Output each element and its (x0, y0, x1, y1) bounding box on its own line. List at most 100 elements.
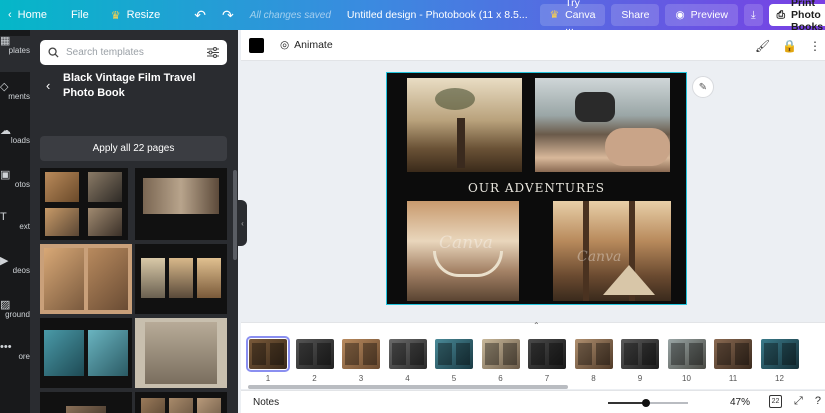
comment-icon: ✎ (698, 81, 708, 93)
home-label: Home (17, 9, 48, 21)
upload-cloud-icon: ☁ (0, 126, 11, 137)
back-arrow-icon[interactable]: ‹ (46, 78, 50, 93)
page-thumbnail[interactable] (481, 339, 520, 369)
rail-item-text[interactable]: T ext (0, 212, 30, 242)
more-dots-icon: ••• (0, 342, 12, 353)
rail-item-elements[interactable]: ◇ ments (0, 82, 30, 112)
template-thumbnail[interactable] (40, 168, 128, 240)
undo-button[interactable]: ↶ (186, 0, 214, 30)
zoom-slider[interactable] (608, 399, 688, 407)
template-thumbnails (40, 168, 230, 413)
file-menu[interactable]: File (63, 0, 97, 30)
bottom-bar: Notes 47% 22 ⤢ ? (241, 390, 825, 413)
help-icon[interactable]: ? (815, 395, 821, 408)
download-icon: ⤓ (750, 8, 756, 21)
notes-button[interactable]: Notes (253, 397, 279, 408)
redo-button[interactable]: ↷ (214, 0, 242, 30)
rail-item-templates[interactable]: ▦ plates (0, 36, 30, 72)
panel-scrollbar[interactable] (233, 170, 237, 260)
template-thumbnail[interactable] (40, 318, 132, 388)
crown-icon: ♛ (549, 9, 560, 21)
template-thumbnail[interactable] (135, 244, 227, 314)
templates-icon: ▦ (0, 36, 11, 47)
zoom-slider-handle[interactable] (641, 399, 650, 407)
page-number: 4 (405, 374, 410, 383)
page-thumbnail[interactable] (342, 339, 380, 369)
page-number: 12 (775, 374, 784, 383)
page-number: 2 (312, 374, 317, 383)
apply-all-pages-button[interactable]: Apply all 22 pages (40, 136, 227, 161)
background-color-swatch[interactable] (249, 37, 264, 53)
rail-item-background[interactable]: ▨ ground (0, 300, 30, 330)
page-thumbnail[interactable] (435, 339, 473, 369)
photo-palm-road[interactable] (407, 78, 522, 172)
page-thumbnail[interactable] (246, 336, 290, 372)
fullscreen-icon[interactable]: ⤢ (794, 395, 803, 408)
watermark-text: Canva (439, 233, 493, 253)
top-bar: ‹ Home File ♛ Resize ↶ ↷ All changes sav… (0, 0, 825, 33)
add-comment-button[interactable]: ✎ (692, 76, 714, 98)
download-button[interactable]: ⤓ (743, 4, 763, 26)
page-count-icon[interactable]: 22 (769, 395, 782, 408)
home-chevron-icon: ‹ (8, 9, 12, 21)
rail-item-photos[interactable]: ▣ otos (0, 170, 30, 200)
elements-icon: ◇ (0, 82, 9, 93)
page-number: 1 (265, 374, 271, 383)
paint-roller-icon[interactable]: 🖌 (755, 39, 770, 53)
bottom-bar-icons: 22 ⤢ ? (769, 395, 821, 408)
print-photo-books-button[interactable]: ⎙ Print Photo Books (768, 0, 825, 33)
template-thumbnail[interactable] (135, 392, 227, 413)
template-thumbnail[interactable] (135, 168, 227, 240)
template-thumbnail[interactable] (40, 392, 132, 413)
animate-icon: ◎ (280, 39, 290, 51)
page-number: 7 (544, 374, 550, 383)
redo-icon: ↷ (221, 6, 234, 23)
overflow-icon[interactable]: ⋮ (809, 39, 821, 53)
video-icon: ▶ (0, 256, 9, 267)
page-number: 9 (637, 374, 643, 383)
strip-scrollbar[interactable] (248, 385, 568, 389)
text-icon: T (0, 212, 7, 223)
expand-strip-chevron-icon[interactable]: ⌃ (533, 321, 540, 330)
template-search[interactable]: Search templates (40, 40, 227, 65)
photo-car-mirror[interactable] (535, 78, 670, 172)
eye-icon: ◉ (675, 9, 685, 21)
share-button[interactable]: Share (611, 4, 660, 26)
page-number: 10 (682, 374, 691, 383)
page-thumbnail[interactable] (667, 339, 706, 369)
rail-item-more[interactable]: ••• ore (0, 342, 30, 372)
page-heading[interactable]: OUR ADVENTURES (387, 181, 686, 195)
page-thumbnail[interactable] (574, 339, 613, 369)
animate-button[interactable]: ◎ Animate (280, 39, 333, 51)
zoom-value[interactable]: 47% (730, 397, 750, 408)
templates-panel: Search templates ‹ Black Vintage Film Tr… (30, 30, 238, 413)
home-button[interactable]: ‹ Home (0, 0, 55, 30)
undo-icon: ↶ (194, 6, 206, 23)
search-icon (48, 47, 59, 58)
filter-sliders-icon[interactable] (207, 47, 219, 58)
page-thumbnail[interactable] (295, 339, 334, 369)
crown-icon: ♛ (110, 9, 121, 22)
design-page[interactable]: OUR ADVENTURES Canva Canva (386, 72, 687, 305)
design-title[interactable]: Untitled design - Photobook (11 x 8.5... (339, 0, 536, 30)
template-thumbnail[interactable] (40, 244, 132, 314)
rail-item-uploads[interactable]: ☁ loads (0, 126, 30, 156)
page-thumbnail[interactable] (528, 339, 566, 369)
page-thumbnail[interactable] (621, 339, 659, 369)
rail-item-videos[interactable]: ▶ deos (0, 256, 30, 286)
page-thumbnail[interactable] (388, 339, 427, 369)
page-strip: 1 2 3 4 5 6 7 8 9 10 11 12 (241, 322, 825, 389)
collapse-panel-button[interactable]: ‹ (238, 200, 247, 246)
zoom-slider-fill (608, 402, 646, 404)
resize-button[interactable]: ♛ Resize (103, 0, 169, 30)
page-thumbnail[interactable] (714, 339, 752, 369)
preview-button[interactable]: ◉ Preview (665, 4, 738, 26)
template-title: Black Vintage Film Travel Photo Book (63, 72, 196, 99)
page-thumbnail[interactable] (760, 339, 799, 369)
lock-icon[interactable]: 🔒 (782, 39, 797, 53)
try-canva-button[interactable]: ♛ Try Canva ... (539, 0, 606, 33)
watermark-text: Canva (577, 249, 622, 265)
template-thumbnail[interactable] (135, 318, 227, 388)
page-number: 6 (498, 374, 503, 383)
search-input[interactable]: Search templates (66, 47, 200, 58)
